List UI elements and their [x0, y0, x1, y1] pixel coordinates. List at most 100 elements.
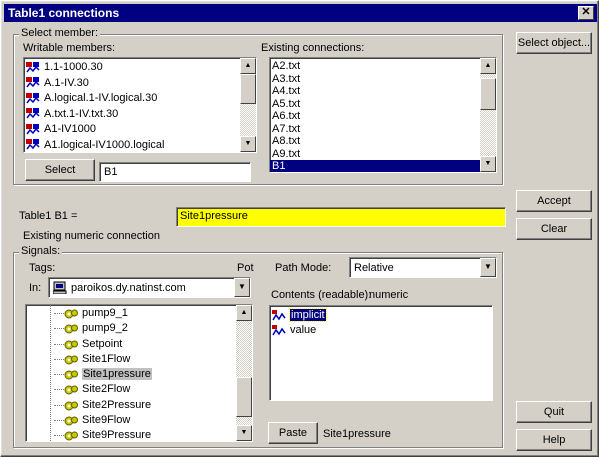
existing-scrollbar[interactable]: ▲ ▼: [480, 58, 496, 172]
path-mode-select[interactable]: Relative ▼: [349, 257, 497, 278]
existing-connection-label: A5.txt: [272, 97, 301, 110]
existing-connection-item[interactable]: A9.txt: [270, 148, 480, 161]
writable-member-label: 1.1-1000.30: [44, 61, 103, 73]
existing-connection-label: A9.txt: [272, 147, 301, 160]
writable-members-list[interactable]: 1.1-1000.30 A.1-IV.30 A.logical.1-IV.logic…: [23, 57, 257, 153]
tree-item[interactable]: pump9_2: [26, 321, 236, 336]
connection-value-field[interactable]: Site1pressure: [176, 207, 506, 227]
writable-member-item[interactable]: A.1-IV.30: [24, 76, 240, 92]
tree-item[interactable]: Site2Pressure: [26, 398, 236, 413]
contents-item[interactable]: implicit: [270, 308, 492, 323]
pot-label: Pot: [237, 262, 254, 274]
select-object-button[interactable]: Select object...: [516, 32, 592, 54]
writable-member-item[interactable]: A1.logical-IV1000.logical: [24, 138, 240, 153]
writable-member-item[interactable]: A.txt.1-IV.txt.30: [24, 107, 240, 123]
title-bar: Table1 connections ✕: [4, 4, 597, 22]
existing-connection-item[interactable]: A8.txt: [270, 135, 480, 148]
tree-line: [50, 305, 51, 441]
existing-connection-item[interactable]: A4.txt: [270, 85, 480, 98]
tree-connector: [54, 358, 64, 360]
paste-button[interactable]: Paste: [268, 422, 318, 444]
tree-item-label: pump9_1: [82, 307, 128, 319]
contents-item-label: implicit: [289, 308, 327, 322]
server-select[interactable]: paroikos.dy.natinst.com ▼: [48, 277, 251, 298]
tree-item-label: Site1Flow: [82, 352, 131, 365]
tree-item-label: pump9_2: [82, 322, 128, 335]
contents-item[interactable]: value: [270, 323, 492, 338]
contents-item-label: value: [290, 324, 317, 336]
connection-status: Existing numeric connection: [23, 230, 160, 242]
tags-tree[interactable]: pump9_1 pump9_2 Setpoint Site1Flow Site1pres…: [25, 304, 253, 442]
scroll-thumb[interactable]: [240, 74, 256, 104]
scroll-thumb[interactable]: [236, 377, 252, 417]
writable-member-item[interactable]: 1.1-1000.30: [24, 60, 240, 76]
existing-connection-item[interactable]: A6.txt: [270, 110, 480, 123]
window-title: Table1 connections: [8, 6, 120, 20]
member-icon: [26, 61, 40, 73]
existing-connection-item[interactable]: A2.txt: [270, 60, 480, 73]
tree-connector: [54, 435, 64, 437]
member-icon: [26, 77, 40, 88]
tree-item[interactable]: Site2Flow: [26, 382, 236, 397]
tree-item-label: Site9Pressure: [82, 429, 152, 442]
existing-connection-label: A2.txt: [272, 60, 301, 72]
existing-connections-list[interactable]: A2.txt A3.txt A4.txt A5.txt A6.txt A7.txt A8.t…: [269, 57, 497, 173]
gear-icon: [64, 431, 78, 441]
connection-name-label: Table1 B1 =: [19, 210, 78, 222]
wave-icon: [272, 324, 286, 335]
gear-icon: [64, 416, 78, 426]
tree-item[interactable]: pump9_1: [26, 306, 236, 321]
writable-member-label: A.logical.1-IV.logical.30: [44, 92, 158, 104]
accept-button[interactable]: Accept: [516, 190, 592, 212]
member-name-value: B1: [104, 166, 118, 178]
chevron-down-icon[interactable]: ▼: [480, 258, 496, 277]
scroll-up-icon[interactable]: ▲: [480, 58, 496, 74]
contents-list[interactable]: implicit value: [269, 305, 493, 401]
existing-connection-item[interactable]: A5.txt: [270, 98, 480, 111]
clear-button[interactable]: Clear: [516, 218, 592, 240]
member-name-field[interactable]: B1: [99, 162, 251, 182]
tree-item-label: Setpoint: [82, 337, 123, 350]
writable-member-label: A.1-IV.30: [44, 76, 89, 89]
tree-item[interactable]: Site1pressure: [26, 367, 236, 382]
writable-member-item[interactable]: A.logical.1-IV.logical.30: [24, 91, 240, 107]
contents-label: Contents (readable):: [271, 289, 372, 301]
help-button[interactable]: Help: [516, 429, 592, 451]
chevron-down-icon[interactable]: ▼: [234, 278, 250, 297]
tags-scrollbar[interactable]: ▲ ▼: [236, 305, 252, 441]
tree-item-label: Site9Flow: [82, 414, 131, 427]
tree-item-label: Site2Flow: [82, 383, 131, 396]
writable-member-item[interactable]: A1-IV1000: [24, 122, 240, 138]
tree-item-label: Site1pressure: [82, 368, 152, 381]
scroll-up-icon[interactable]: ▲: [240, 58, 256, 74]
tree-item[interactable]: Site9Pressure: [26, 428, 236, 442]
select-member-group-label: Select member:: [19, 27, 101, 39]
quit-button[interactable]: Quit: [516, 401, 592, 423]
existing-connections-items: A2.txt A3.txt A4.txt A5.txt A6.txt A7.txt A8.t…: [270, 58, 480, 172]
path-mode-value: Relative: [354, 262, 394, 274]
scroll-down-icon[interactable]: ▼: [240, 136, 256, 152]
tree-item[interactable]: Site1Flow: [26, 352, 236, 367]
gear-icon: [64, 370, 78, 380]
tree-item[interactable]: Site9Flow: [26, 413, 236, 428]
scroll-up-icon[interactable]: ▲: [236, 305, 252, 321]
scroll-down-icon[interactable]: ▼: [236, 425, 252, 441]
existing-connection-item[interactable]: A3.txt: [270, 73, 480, 86]
tree-connector: [54, 420, 64, 422]
writable-scrollbar[interactable]: ▲ ▼: [240, 58, 256, 152]
close-button[interactable]: ✕: [578, 6, 594, 20]
signals-group-label: Signals:: [19, 245, 63, 257]
select-button[interactable]: Select: [25, 159, 95, 181]
tree-connector: [54, 404, 64, 406]
close-icon: ✕: [581, 6, 591, 18]
gear-icon: [64, 340, 78, 350]
existing-connection-item[interactable]: B1: [270, 160, 480, 172]
tree-item-label: Site2Pressure: [82, 398, 152, 411]
scroll-thumb[interactable]: [480, 78, 496, 110]
paste-value: Site1pressure: [323, 428, 391, 440]
tree-item[interactable]: Setpoint: [26, 337, 236, 352]
existing-connection-item[interactable]: A7.txt: [270, 123, 480, 136]
writable-members-label: Writable members:: [23, 42, 116, 54]
scroll-down-icon[interactable]: ▼: [480, 156, 496, 172]
writable-member-label: A.txt.1-IV.txt.30: [44, 107, 119, 120]
